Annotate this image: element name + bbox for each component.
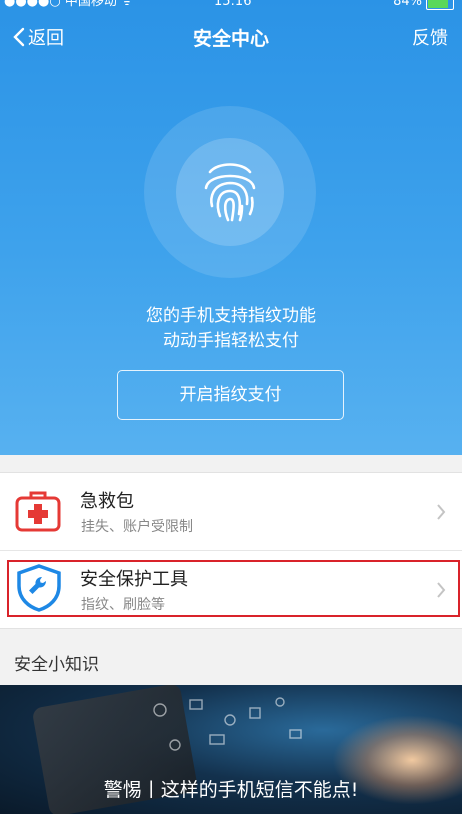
list-item-title: 急救包 — [80, 491, 134, 512]
list-item-title: 安全保护工具 — [80, 569, 188, 590]
enable-fingerprint-pay-button[interactable]: 开启指纹支付 — [117, 370, 344, 420]
shield-wrench-icon — [17, 564, 61, 612]
chevron-left-icon — [13, 27, 25, 47]
clock: 15:16 — [214, 0, 252, 9]
page-title: 安全中心 — [192, 28, 269, 50]
chevron-right-icon — [437, 582, 446, 598]
tools-list: 急救包 挂失、账户受限制 安全保护工具 指纹、刷脸等 — [0, 472, 462, 629]
feedback-button[interactable]: 反馈 — [412, 24, 448, 50]
list-item-subtitle: 挂失、账户受限制 — [81, 519, 193, 535]
chevron-right-icon — [437, 504, 446, 520]
section-title: 安全小知识 — [14, 655, 99, 675]
list-item-subtitle: 指纹、刷脸等 — [81, 597, 165, 613]
hero-message-line1: 您的手机支持指纹功能 — [146, 306, 316, 326]
article-banner[interactable]: 警惕丨这样的手机短信不能点! — [0, 685, 462, 814]
status-bar: ●●●●○ 中国移动 ᯤ 15:16 84% — [0, 0, 462, 12]
carrier-label: ●●●●○ 中国移动 ᯤ — [4, 0, 133, 9]
hero-message-line2: 动动手指轻松支付 — [163, 331, 299, 351]
status-right: 84% — [393, 0, 454, 10]
list-item-first-aid[interactable]: 急救包 挂失、账户受限制 — [0, 473, 462, 550]
hero-header: ●●●●○ 中国移动 ᯤ 15:16 84% 返回 安全中心 反馈 您的手机支持… — [0, 0, 462, 455]
battery-icon — [426, 0, 454, 10]
first-aid-kit-icon — [15, 491, 61, 532]
banner-caption: 警惕丨这样的手机短信不能点! — [103, 779, 359, 801]
back-label: 返回 — [28, 28, 64, 49]
fingerprint-icon — [204, 163, 256, 222]
battery-percent: 84% — [393, 0, 422, 9]
nav-bar: 返回 安全中心 反馈 — [0, 20, 462, 56]
list-item-security-tools[interactable]: 安全保护工具 指纹、刷脸等 — [0, 550, 462, 628]
back-button[interactable]: 返回 — [12, 24, 64, 50]
floating-icons-illustration — [153, 697, 302, 751]
